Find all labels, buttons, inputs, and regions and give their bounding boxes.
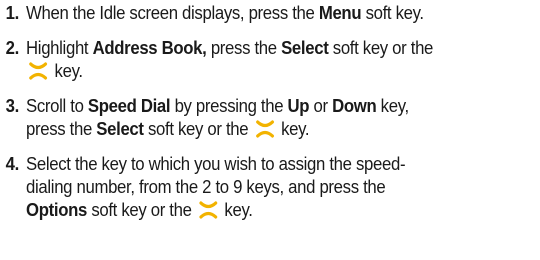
step-text: dialing number, from the 2 to 9 keys, an… [26,177,386,197]
step-text: soft key or the [86,200,196,220]
step-text: key, [376,96,410,116]
speed-dial-label: Speed Dial [87,96,171,116]
step-text: Scroll to [26,96,88,116]
step-text: soft key. [361,3,425,23]
step-4: 4. Select the key to which you wish to a… [0,153,540,222]
step-number: 1. [5,3,20,23]
step-text: When the Idle screen displays, press the [26,3,319,23]
select-key-label: Select [96,119,144,139]
step-text: Select the key to which you wish to assi… [26,154,406,174]
options-key-label: Options [26,200,87,220]
step-text: Highlight [26,38,93,58]
step-3: 3. Scroll to Speed Dial by pressing the … [0,95,540,141]
step-number: 4. [5,154,20,174]
step-text: key. [276,119,310,139]
select-key-label: Select [281,38,329,58]
down-key-label: Down [332,96,377,116]
instruction-list: 1. When the Idle screen displays, press … [0,0,540,222]
step-text: press the [26,119,97,139]
step-text: key. [50,61,84,81]
step-number: 2. [5,38,20,58]
up-key-label: Up [287,96,310,116]
step-2: 2. Highlight Address Book, press the Sel… [0,37,540,83]
menu-key-label: Menu [318,3,362,23]
step-text: or [309,96,333,116]
step-text: key. [220,200,253,220]
step-1: 1. When the Idle screen displays, press … [0,2,540,25]
step-text: soft key or the [143,119,253,139]
ok-key-icon [254,120,276,138]
step-text: soft key or the [328,38,434,58]
ok-key-icon [197,201,219,219]
step-text: by pressing the [170,96,288,116]
ok-key-icon [27,62,49,80]
address-book-label: Address Book, [92,38,207,58]
step-text: press the [206,38,282,58]
step-number: 3. [5,96,20,116]
